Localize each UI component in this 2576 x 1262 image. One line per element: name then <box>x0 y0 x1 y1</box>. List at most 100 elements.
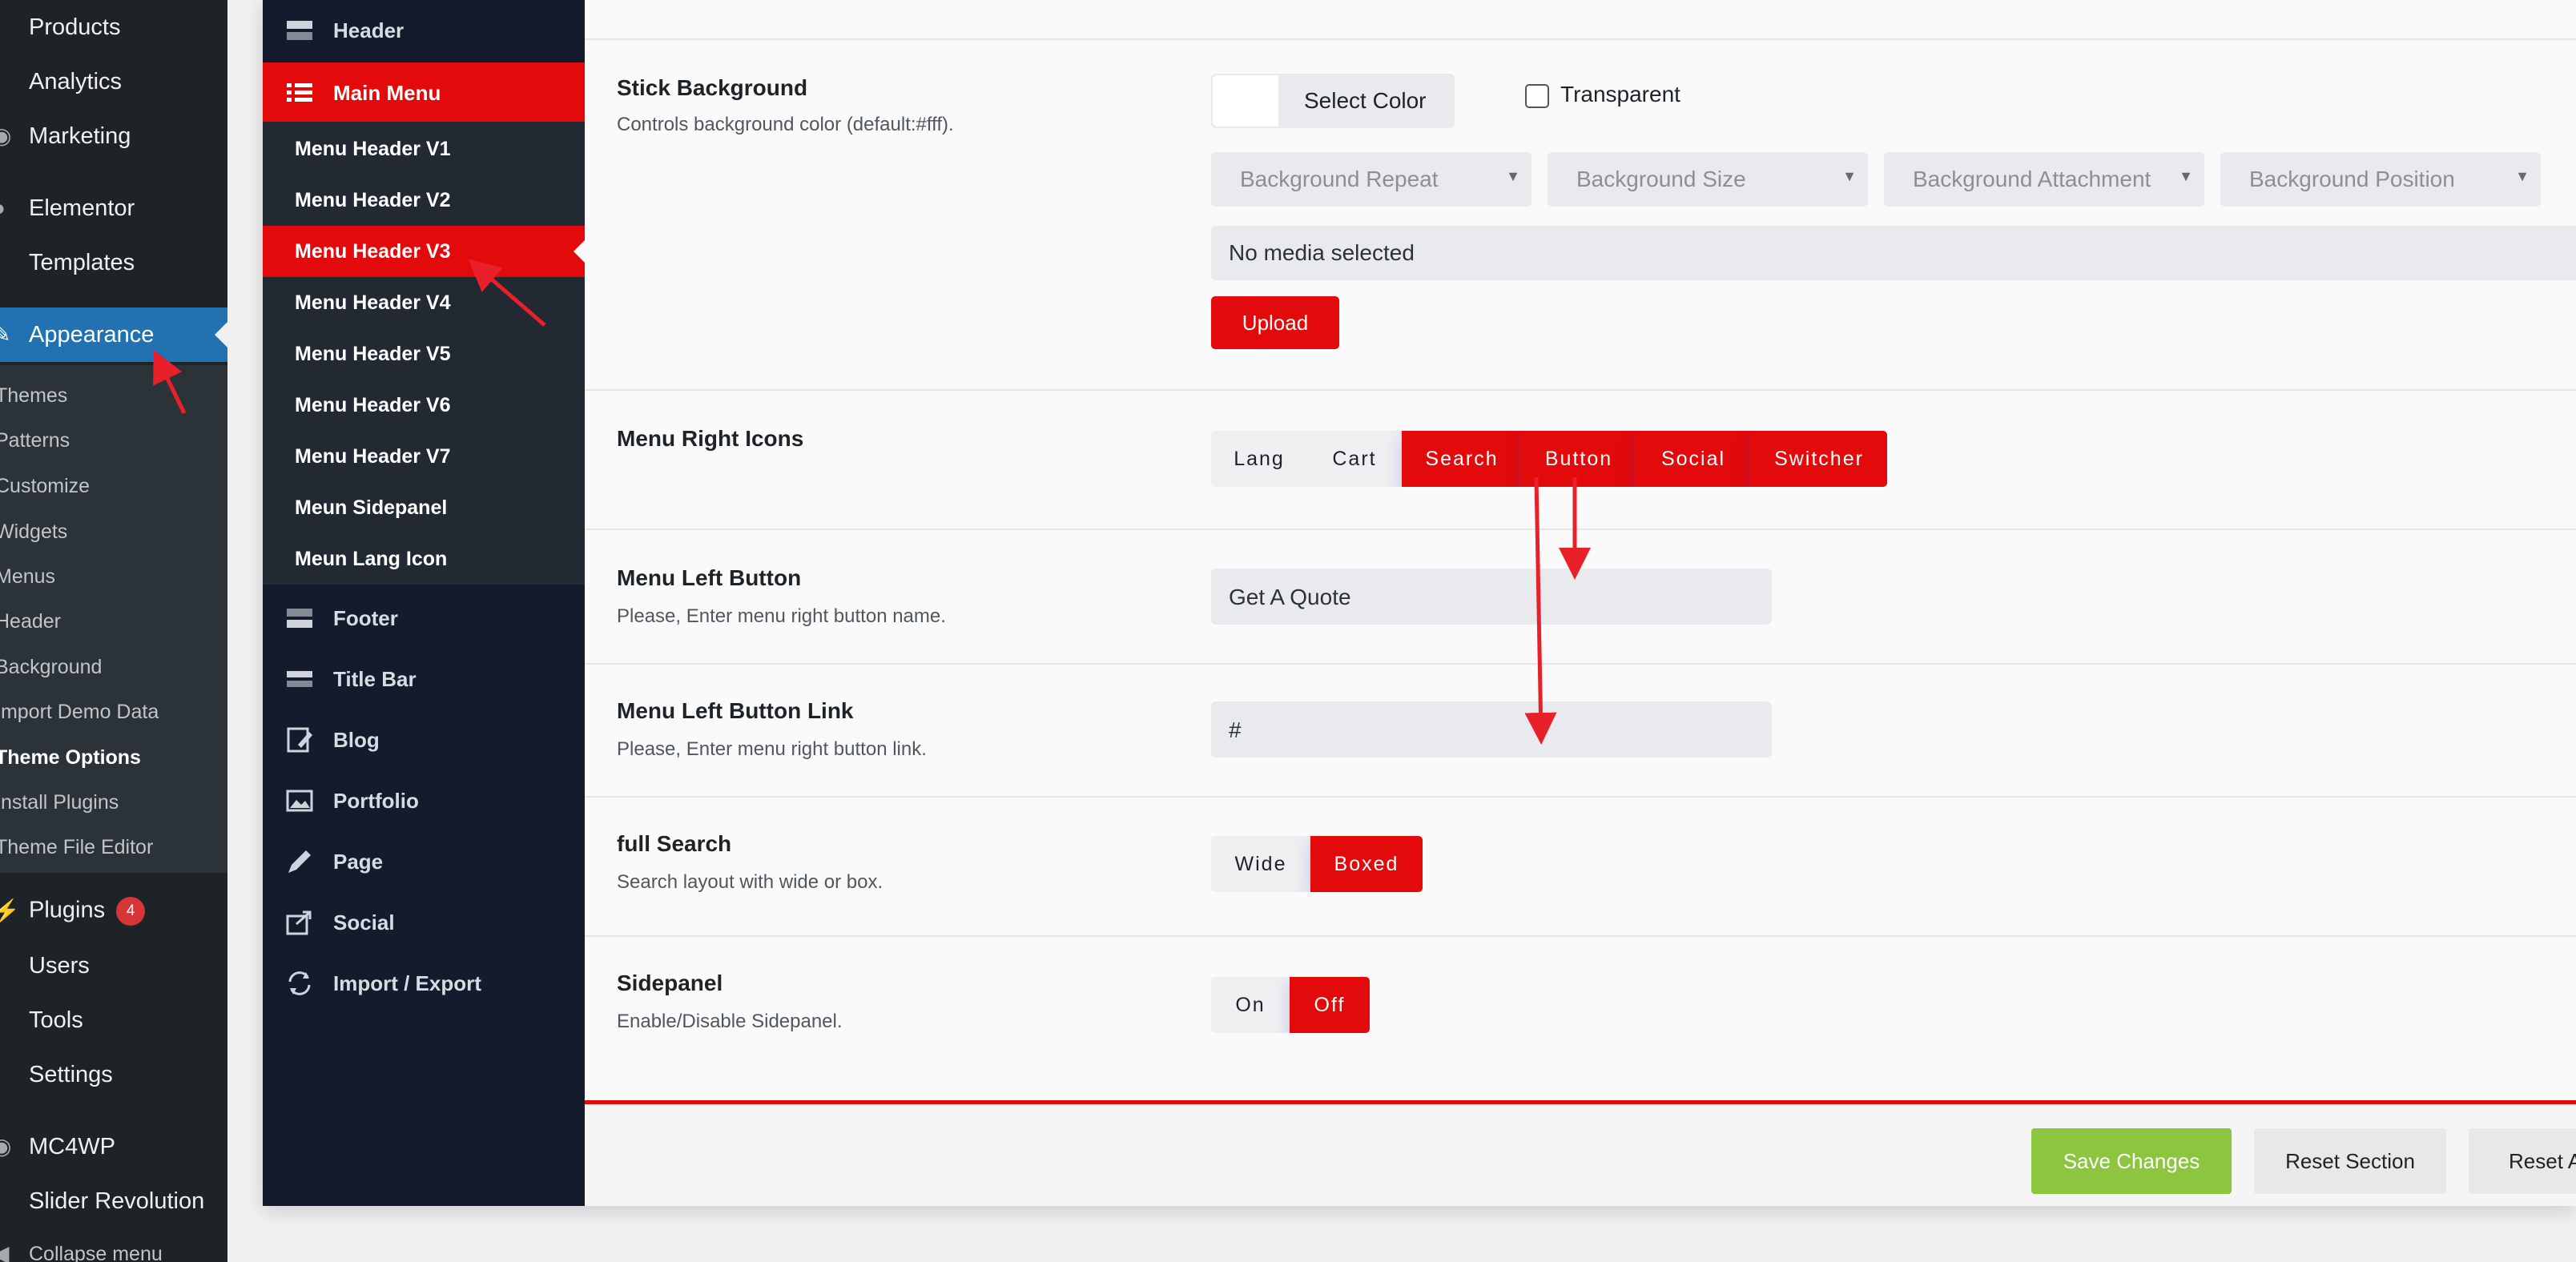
nav-header[interactable]: Header <box>263 0 585 61</box>
upload-button[interactable]: Upload <box>1211 296 1339 349</box>
submenu-header[interactable]: Header <box>0 610 61 633</box>
products-icon: ▪ <box>0 18 11 37</box>
refresh-icon <box>288 971 311 995</box>
options-content: Stick Background Controls background col… <box>585 0 2576 1206</box>
wp-menu-tools[interactable]: ▪ Tools <box>0 993 227 1047</box>
media-field[interactable]: No media selected <box>1211 226 2576 280</box>
option-wide[interactable]: Wide <box>1211 836 1310 892</box>
nav-menu-header-v5[interactable]: Menu Header V5 <box>263 328 585 380</box>
submenu-themes[interactable]: Themes <box>0 384 67 408</box>
nav-menu-header-v4[interactable]: Menu Header V4 <box>263 277 585 328</box>
wp-menu-mc4wp[interactable]: ◉ MC4WP <box>0 1119 227 1174</box>
wp-menu-appearance[interactable]: ✎ Appearance <box>0 307 227 362</box>
submenu-install-plugins[interactable]: Install Plugins <box>0 791 119 814</box>
option-switcher[interactable]: Switcher <box>1751 431 1887 487</box>
users-icon: ▪ <box>0 956 11 975</box>
select-color-button[interactable]: Select Color <box>1211 74 1455 128</box>
theme-options-panel: Header Main Menu Menu Header V1 Menu Hea… <box>263 0 2576 1206</box>
background-position-select[interactable]: Background Position ▼ <box>2220 152 2541 207</box>
save-changes-button[interactable]: Save Changes <box>2031 1128 2232 1194</box>
list-icon <box>287 83 312 102</box>
option-button[interactable]: Button <box>1522 431 1636 487</box>
transparent-checkbox[interactable]: Transparent <box>1525 82 1680 108</box>
menu-left-button-desc: Please, Enter menu right button name. <box>617 605 946 627</box>
nav-menu-header-v7[interactable]: Menu Header V7 <box>263 431 585 482</box>
wp-menu-analytics[interactable]: ▪ Analytics <box>0 54 227 109</box>
submenu-customize[interactable]: Customize <box>0 475 90 498</box>
nav-social[interactable]: Social <box>263 892 585 953</box>
mc4wp-icon: ◉ <box>0 1134 12 1159</box>
wp-admin-sidebar: ▪ Products ▪ Analytics ◉ Marketing ● Ele… <box>0 0 227 1262</box>
nav-footer[interactable]: Footer <box>263 588 585 649</box>
sidepanel-title: Sidepanel <box>617 971 723 995</box>
nav-title-bar[interactable]: Title Bar <box>263 649 585 709</box>
wp-menu-plugins[interactable]: ⚡ Plugins 4 <box>0 884 227 938</box>
footer-icon <box>287 609 312 628</box>
submenu-menus[interactable]: Menus <box>0 565 55 589</box>
divider <box>585 38 2576 40</box>
nav-menu-header-v1[interactable]: Menu Header V1 <box>263 123 585 175</box>
settings-icon: ▪ <box>0 1065 11 1084</box>
menu-left-button-link-input[interactable]: # <box>1211 701 1772 758</box>
paintbrush-icon: ✎ <box>0 322 11 347</box>
wp-menu-elementor[interactable]: ● Elementor <box>0 181 227 235</box>
submenu-theme-file-editor[interactable]: Theme File Editor <box>0 836 153 859</box>
sidepanel-toggle-group: On Off <box>1211 977 1370 1033</box>
wp-menu-settings[interactable]: ▪ Settings <box>0 1047 227 1102</box>
submenu-patterns[interactable]: Patterns <box>0 429 70 452</box>
wp-collapse-menu[interactable]: ◀ Collapse menu <box>0 1227 227 1262</box>
wp-menu-users[interactable]: ▪ Users <box>0 938 227 993</box>
option-off[interactable]: Off <box>1290 977 1370 1033</box>
share-icon <box>286 910 312 935</box>
nav-portfolio[interactable]: Portfolio <box>263 770 585 831</box>
option-boxed[interactable]: Boxed <box>1310 836 1423 892</box>
dropdown-arrow-icon: ▼ <box>2179 168 2193 184</box>
submenu-theme-options[interactable]: Theme Options <box>0 746 141 770</box>
menu-left-button-input[interactable]: Get A Quote <box>1211 569 1772 625</box>
submenu-background[interactable]: Background <box>0 656 102 679</box>
reset-section-button[interactable]: Reset Section <box>2254 1128 2446 1194</box>
option-search[interactable]: Search <box>1402 431 1522 487</box>
submenu-import-demo-data[interactable]: Import Demo Data <box>0 701 159 724</box>
nav-menu-lang-icon[interactable]: Meun Lang Icon <box>263 533 585 585</box>
stick-background-desc: Controls background color (default:#fff)… <box>617 114 954 135</box>
dropdown-arrow-icon: ▼ <box>1842 168 1857 184</box>
background-attachment-select[interactable]: Background Attachment ▼ <box>1884 152 2204 207</box>
wp-menu-templates[interactable]: ▪ Templates <box>0 235 227 290</box>
checkbox-box[interactable] <box>1525 83 1549 108</box>
analytics-icon: ▪ <box>0 72 11 91</box>
nav-page[interactable]: Page <box>263 831 585 892</box>
nav-menu-header-v3[interactable]: Menu Header V3 <box>263 226 585 277</box>
background-size-select[interactable]: Background Size ▼ <box>1548 152 1868 207</box>
submenu-widgets[interactable]: Widgets <box>0 520 67 544</box>
wp-menu-marketing[interactable]: ◉ Marketing <box>0 109 227 163</box>
nav-menu-header-v6[interactable]: Menu Header V6 <box>263 380 585 431</box>
option-lang[interactable]: Lang <box>1211 431 1307 487</box>
dropdown-arrow-icon: ▼ <box>2515 168 2530 184</box>
wp-menu-slider-revolution[interactable]: ▪ Slider Revolution <box>0 1174 227 1228</box>
option-on[interactable]: On <box>1211 977 1290 1033</box>
background-repeat-select[interactable]: Background Repeat ▼ <box>1211 152 1532 207</box>
menu-left-button-link-desc: Please, Enter menu right button link. <box>617 738 927 760</box>
divider <box>585 935 2576 937</box>
divider <box>585 663 2576 665</box>
appearance-submenu: Themes Patterns Customize Widgets Menus … <box>0 365 227 873</box>
sidepanel-desc: Enable/Disable Sidepanel. <box>617 1011 843 1032</box>
color-swatch <box>1213 75 1278 127</box>
pencil-icon <box>288 850 311 873</box>
wp-menu-products[interactable]: ▪ Products <box>0 0 227 54</box>
divider <box>585 389 2576 391</box>
menu-right-icons-toggle-group: Lang Cart Search Button Social Switcher <box>1211 431 1887 487</box>
option-cart[interactable]: Cart <box>1307 431 1402 487</box>
nav-blog[interactable]: Blog <box>263 709 585 770</box>
option-social[interactable]: Social <box>1636 431 1751 487</box>
nav-menu-sidepanel[interactable]: Meun Sidepanel <box>263 482 585 533</box>
options-footer-bar: Save Changes Reset Section Reset Al <box>585 1100 2576 1206</box>
reset-all-button[interactable]: Reset Al <box>2469 1128 2576 1194</box>
divider <box>585 529 2576 530</box>
menu-left-button-link-title: Menu Left Button Link <box>617 698 854 723</box>
nav-menu-header-v2[interactable]: Menu Header V2 <box>263 175 585 226</box>
nav-import-export[interactable]: Import / Export <box>263 953 585 1014</box>
edit-icon <box>287 727 312 753</box>
nav-main-menu[interactable]: Main Menu <box>263 62 585 123</box>
